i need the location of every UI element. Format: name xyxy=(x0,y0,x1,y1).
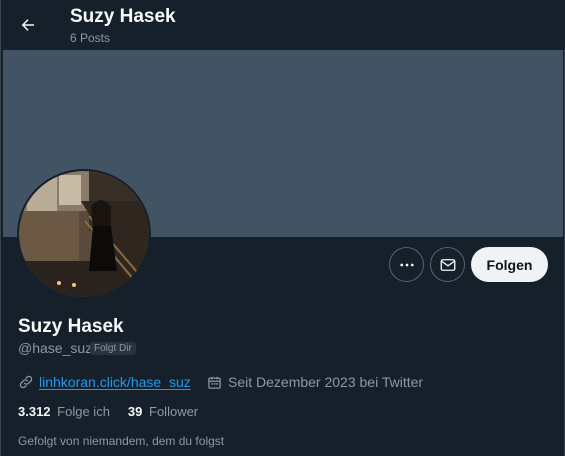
arrow-left-icon xyxy=(21,19,34,31)
follow-button[interactable]: Folgen xyxy=(471,247,548,282)
profile-handle: @hase_suz xyxy=(18,340,93,356)
avatar[interactable] xyxy=(17,169,151,299)
mail-icon xyxy=(440,258,455,271)
join-date: Seit Dezember 2023 bei Twitter xyxy=(207,373,423,391)
following-stat[interactable]: 3.312 Folge ich xyxy=(18,404,110,419)
followers-stat[interactable]: 39 Follower xyxy=(128,404,198,419)
followed-by-text: Gefolgt von niemandem, dem du folgst xyxy=(18,434,225,448)
follow-stats: 3.312 Folge ich 39 Follower xyxy=(18,404,216,419)
followers-label: Follower xyxy=(149,404,199,419)
following-count: 3.312 xyxy=(18,404,51,419)
join-date-text: Seit Dezember 2023 bei Twitter xyxy=(228,374,424,390)
profile-page: Suzy Hasek 6 Posts Folgen Suzy Hasek @ha… xyxy=(0,0,565,456)
message-button[interactable] xyxy=(430,247,465,282)
top-bar: Suzy Hasek 6 Posts xyxy=(1,0,565,50)
avatar-photo xyxy=(19,171,149,297)
more-icon xyxy=(399,263,414,266)
website-link[interactable]: linhkoran.click/hase_suz xyxy=(39,374,191,390)
follows-you-badge: Folgt Dir xyxy=(90,342,136,355)
back-button[interactable] xyxy=(11,8,45,42)
following-label: Folge ich xyxy=(57,404,110,419)
more-button[interactable] xyxy=(389,247,424,282)
website-row: linhkoran.click/hase_suz xyxy=(18,373,191,391)
followers-count: 39 xyxy=(127,404,143,419)
header-title: Suzy Hasek xyxy=(70,6,176,27)
link-icon xyxy=(19,375,33,389)
post-count: 6 Posts xyxy=(70,31,111,45)
calendar-icon xyxy=(208,376,221,389)
profile-name: Suzy Hasek xyxy=(18,316,124,337)
